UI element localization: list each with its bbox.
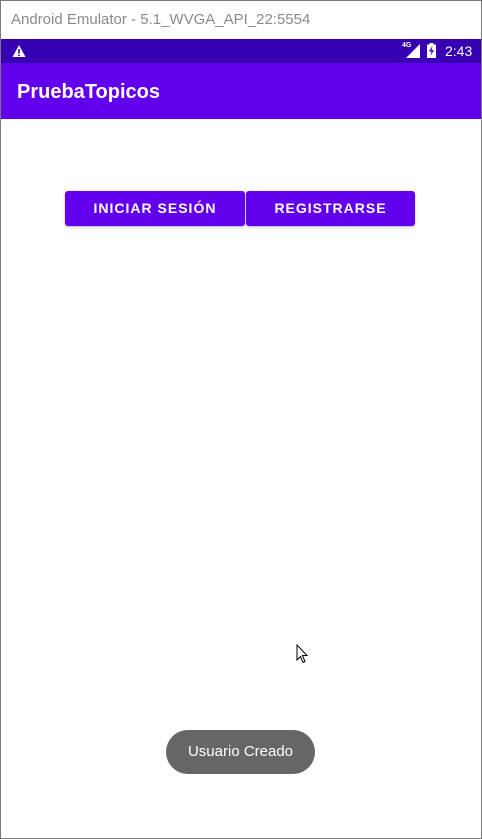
- status-bar: 4G 2:43: [1, 39, 481, 63]
- battery-icon: [427, 43, 436, 58]
- emulator-window: Android Emulator - 5.1_WVGA_API_22:5554 …: [0, 0, 482, 839]
- mouse-cursor-icon: [296, 644, 309, 664]
- window-title: Android Emulator - 5.1_WVGA_API_22:5554: [1, 1, 481, 39]
- app-bar: PruebaTopicos: [1, 63, 481, 119]
- app-title: PruebaTopicos: [17, 81, 160, 103]
- signal-icon: [406, 44, 420, 58]
- status-clock: 2:43: [445, 43, 473, 59]
- warning-icon: [12, 45, 26, 57]
- register-button[interactable]: REGISTRARSE: [246, 191, 415, 226]
- login-button[interactable]: INICIAR SESIÓN: [65, 191, 245, 226]
- toast-message: Usuario Creado: [166, 730, 315, 774]
